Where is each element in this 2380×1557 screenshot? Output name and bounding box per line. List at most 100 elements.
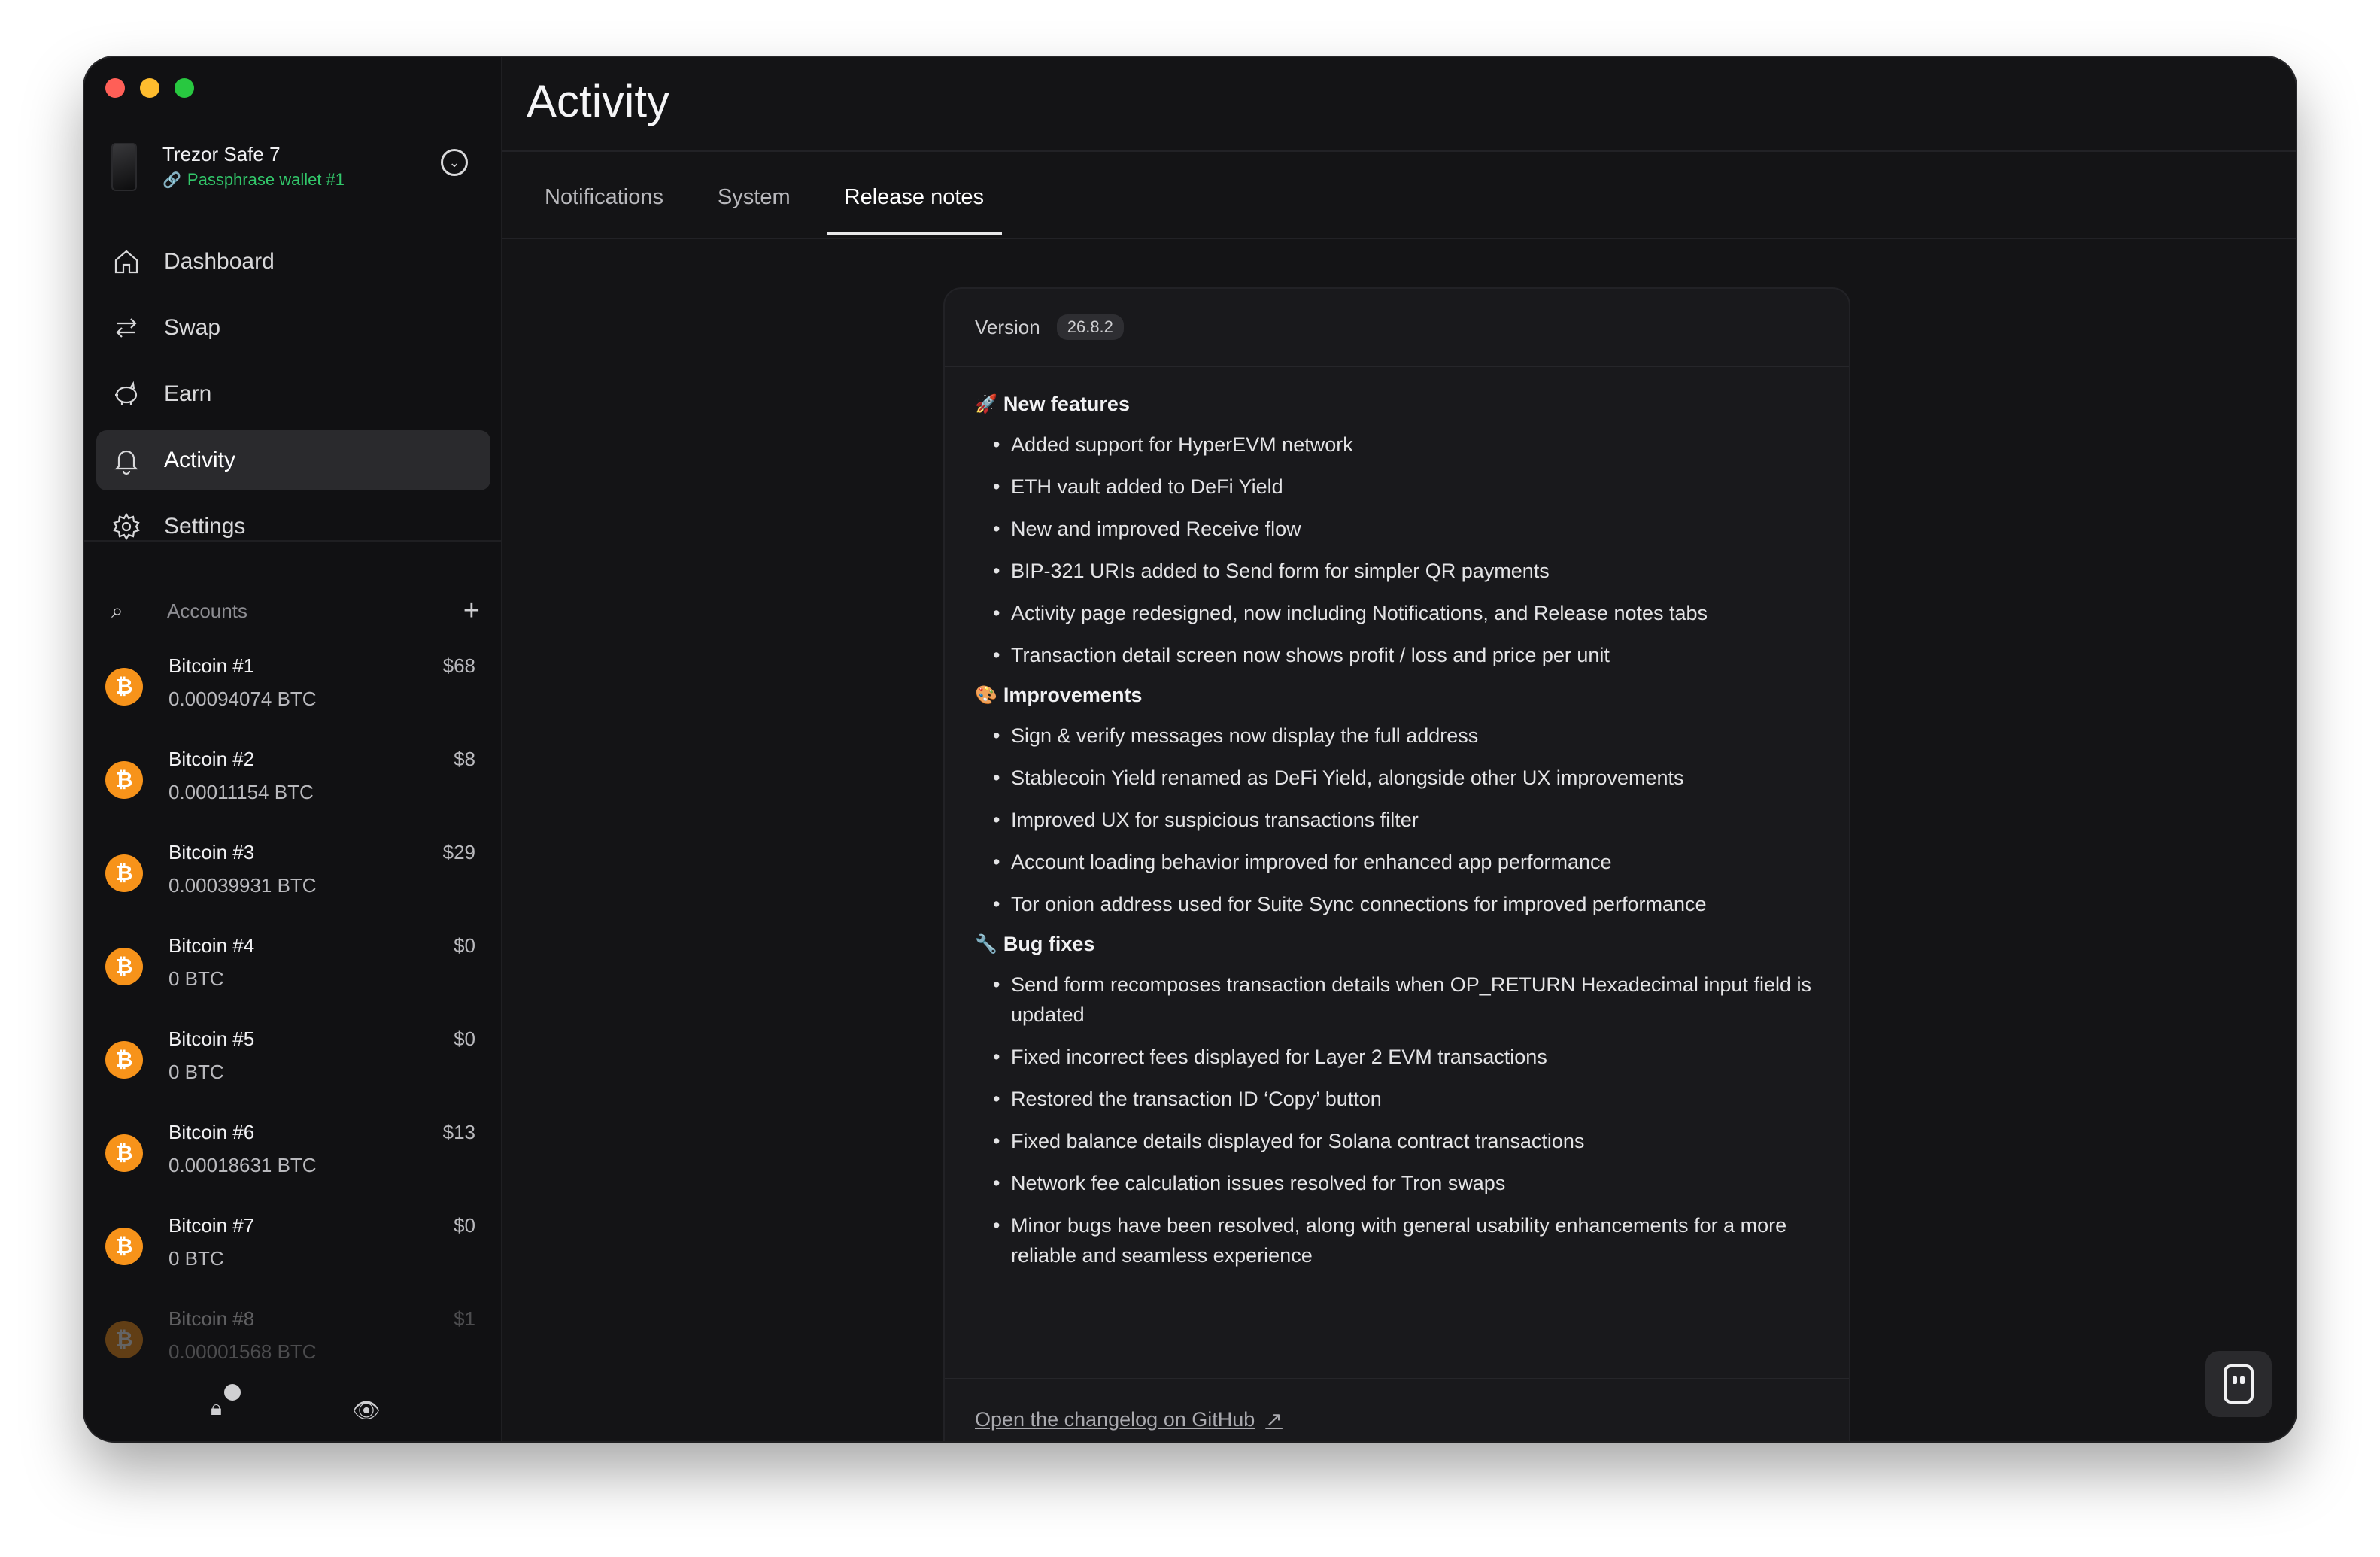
list-item: Minor bugs have been resolved, along wit… xyxy=(993,1210,1820,1270)
sidebar-divider xyxy=(84,540,501,542)
section-list-bug-fixes: Send form recomposes transaction details… xyxy=(993,970,1819,1270)
external-link-icon: ↗ xyxy=(1265,1407,1283,1431)
list-item: New and improved Receive flow xyxy=(993,514,1820,544)
version-header: Version 26.8.2 xyxy=(945,289,1849,367)
account-fiat-value: $0 xyxy=(454,1027,475,1050)
section-emoji-icon: 🚀 xyxy=(975,394,997,414)
sidebar-footer: 🔒︎ 👁︎ xyxy=(84,1381,501,1441)
window-controls xyxy=(105,78,194,98)
accounts-search-label[interactable]: Accounts xyxy=(167,599,247,623)
account-balance: 0 BTC xyxy=(168,967,224,990)
list-item: Sign & verify messages now display the f… xyxy=(993,721,1820,751)
maximize-window-button[interactable] xyxy=(175,78,194,98)
bitcoin-icon: ₿ xyxy=(105,761,143,799)
bitcoin-icon: ₿ xyxy=(105,668,143,706)
list-item: Restored the transaction ID ‘Copy’ butto… xyxy=(993,1084,1820,1114)
account-item[interactable]: ₿ Bitcoin #7 0 BTC $0 xyxy=(105,1211,481,1304)
bitcoin-icon: ₿ xyxy=(105,1321,143,1358)
account-balance: 0.00018631 BTC xyxy=(168,1154,317,1176)
list-item: Fixed balance details displayed for Sola… xyxy=(993,1126,1820,1156)
account-name: Bitcoin #5 xyxy=(168,1027,255,1050)
page-title: Activity xyxy=(527,76,670,126)
account-balance: 0 BTC xyxy=(168,1247,224,1270)
add-account-button[interactable]: + xyxy=(463,596,480,625)
search-icon[interactable]: ⌕ xyxy=(111,599,141,624)
account-item[interactable]: ₿ Bitcoin #4 0 BTC $0 xyxy=(105,931,481,1024)
tabs-divider xyxy=(502,238,2296,239)
nav-item-label: Earn xyxy=(164,381,212,406)
nav-item-label: Activity xyxy=(164,448,236,472)
section-emoji-icon: 🎨 xyxy=(975,685,997,706)
list-item: ETH vault added to DeFi Yield xyxy=(993,472,1820,502)
nav-item-settings[interactable]: Settings xyxy=(96,496,490,557)
assistant-button[interactable] xyxy=(2205,1351,2272,1417)
account-fiat-value: $29 xyxy=(442,841,475,863)
device-switcher[interactable]: Trezor Safe 7 🔗 Passphrase wallet #1 ⌄ xyxy=(111,138,472,199)
account-fiat-value: $1 xyxy=(454,1307,475,1330)
wallet-label: 🔗 Passphrase wallet #1 xyxy=(162,170,345,190)
list-item: Network fee calculation issues resolved … xyxy=(993,1168,1820,1198)
account-fiat-value: $8 xyxy=(454,748,475,770)
release-notes-card: Version 26.8.2 🚀 New features Added suppor… xyxy=(943,287,1850,1441)
main-nav: Dashboard Swap Earn Activity Settings xyxy=(96,232,490,563)
sidebar: Trezor Safe 7 🔗 Passphrase wallet #1 ⌄ D… xyxy=(84,57,502,1441)
bitcoin-icon: ₿ xyxy=(105,948,143,985)
account-name: Bitcoin #2 xyxy=(168,748,255,770)
section-list-improvements: Sign & verify messages now display the f… xyxy=(993,721,1819,919)
list-item: Account loading behavior improved for en… xyxy=(993,847,1820,877)
app-window: Trezor Safe 7 🔗 Passphrase wallet #1 ⌄ D… xyxy=(84,57,2296,1441)
robot-icon xyxy=(2224,1364,2254,1404)
main-content: Activity Notifications System Release note… xyxy=(502,57,2296,1441)
list-item: Improved UX for suspicious transactions … xyxy=(993,805,1820,835)
account-balance: 0 BTC xyxy=(168,1061,224,1083)
account-name: Bitcoin #8 xyxy=(168,1307,255,1330)
close-window-button[interactable] xyxy=(105,78,125,98)
lock-icon[interactable]: 🔒︎ xyxy=(211,1396,222,1421)
nav-item-earn[interactable]: Earn xyxy=(96,364,490,424)
account-fiat-value: $13 xyxy=(442,1121,475,1143)
status-dot xyxy=(224,1384,241,1401)
account-item[interactable]: ₿ Bitcoin #1 0.00094074 BTC $68 xyxy=(105,651,481,745)
minimize-window-button[interactable] xyxy=(140,78,159,98)
account-balance: 0.00011154 BTC xyxy=(168,781,314,803)
list-item: BIP-321 URIs added to Send form for simp… xyxy=(993,556,1820,586)
section-title-bug-fixes: 🔧 Bug fixes xyxy=(975,933,1819,956)
link-icon: 🔗 xyxy=(162,171,181,189)
account-item[interactable]: ₿ Bitcoin #3 0.00039931 BTC $29 xyxy=(105,838,481,931)
home-icon xyxy=(114,250,138,274)
eye-icon[interactable]: 👁︎ xyxy=(352,1398,381,1424)
release-notes-body: 🚀 New features Added support for HyperEVM … xyxy=(945,367,1849,1270)
version-label: Version xyxy=(975,315,1040,338)
nav-item-swap[interactable]: Swap xyxy=(96,298,490,358)
account-balance: 0.00094074 BTC xyxy=(168,687,317,710)
account-item[interactable]: ₿ Bitcoin #5 0 BTC $0 xyxy=(105,1024,481,1118)
tab-release-notes[interactable]: Release notes xyxy=(826,185,1003,235)
list-item: Stablecoin Yield renamed as DeFi Yield, … xyxy=(993,763,1820,793)
version-badge: 26.8.2 xyxy=(1056,314,1124,340)
bitcoin-icon: ₿ xyxy=(105,1228,143,1265)
nav-item-activity[interactable]: Activity xyxy=(96,430,490,490)
tab-notifications[interactable]: Notifications xyxy=(545,185,663,235)
release-notes-footer: Open the changelog on GitHub ↗ xyxy=(945,1378,1849,1441)
list-item: Activity page redesigned, now including … xyxy=(993,598,1820,628)
list-item: Transaction detail screen now shows prof… xyxy=(993,640,1820,670)
section-title-improvements: 🎨 Improvements xyxy=(975,684,1819,707)
account-name: Bitcoin #4 xyxy=(168,934,255,957)
bitcoin-icon: ₿ xyxy=(105,1134,143,1172)
account-name: Bitcoin #1 xyxy=(168,654,255,677)
swap-icon xyxy=(116,318,137,338)
account-fiat-value: $68 xyxy=(442,654,475,677)
list-item: Fixed incorrect fees displayed for Layer… xyxy=(993,1042,1820,1072)
account-fiat-value: $0 xyxy=(454,1214,475,1237)
accounts-header: ⌕ Accounts + xyxy=(111,596,480,626)
chevron-down-icon[interactable]: ⌄ xyxy=(441,149,468,176)
tab-system[interactable]: System xyxy=(718,185,791,235)
nav-item-label: Swap xyxy=(164,315,221,340)
changelog-link[interactable]: Open the changelog on GitHub ↗ xyxy=(975,1408,1283,1431)
account-item[interactable]: ₿ Bitcoin #6 0.00018631 BTC $13 xyxy=(105,1118,481,1211)
nav-item-dashboard[interactable]: Dashboard xyxy=(96,232,490,292)
wallet-name: Passphrase wallet #1 xyxy=(187,170,345,189)
nav-item-label: Dashboard xyxy=(164,249,275,274)
account-item[interactable]: ₿ Bitcoin #2 0.00011154 BTC $8 xyxy=(105,745,481,838)
account-balance: 0.00001568 BTC xyxy=(168,1340,317,1363)
